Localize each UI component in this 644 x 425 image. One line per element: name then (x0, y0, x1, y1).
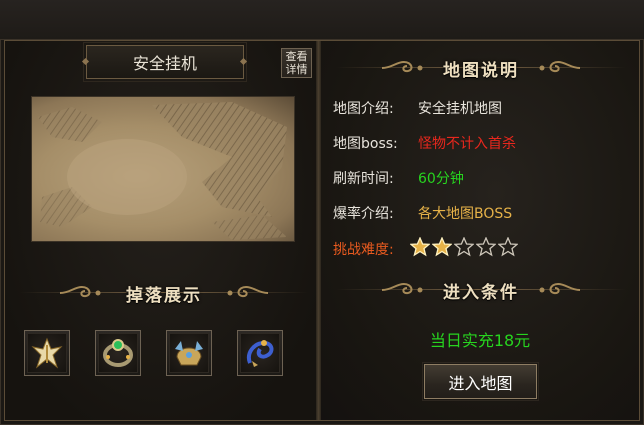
drop-rate-label: 爆率介绍: (333, 206, 394, 222)
drops-header: 掉落展示 (20, 276, 308, 310)
difficulty-stars (410, 237, 518, 257)
drop-item-slot[interactable] (237, 330, 283, 376)
view-details-label-1: 查看 (285, 50, 308, 63)
drop-item-slot[interactable] (166, 330, 212, 376)
drop-item-list (24, 330, 283, 376)
info-row-intro: 地图介绍: 安全挂机地图 (333, 98, 502, 118)
entry-condition: 当日实充18元 (429, 331, 531, 350)
map-title: 安全挂机 (132, 54, 197, 73)
map-preview (31, 96, 295, 242)
filled-star-icon (432, 237, 452, 257)
view-details-label-2: 详情 (285, 63, 308, 76)
intro-label: 地图介绍: (333, 101, 394, 117)
dialog-top-strip (0, 0, 644, 40)
map-info-title: 地图说明 (443, 60, 519, 81)
info-row-boss: 地图boss: 怪物不计入首杀 (333, 133, 516, 153)
intro-value: 安全挂机地图 (418, 101, 502, 117)
info-row-drop-rate: 爆率介绍: 各大地图BOSS (333, 203, 512, 223)
refresh-label: 刷新时间: (333, 171, 394, 187)
enter-map-button[interactable]: 进入地图 (422, 362, 539, 401)
right-flourish-icon (539, 60, 581, 73)
left-flourish-icon (59, 285, 101, 298)
empty-star-icon (454, 237, 474, 257)
jeweled-ring-item-icon (103, 339, 133, 367)
boss-value: 怪物不计入首杀 (418, 136, 516, 152)
entry-title: 进入条件 (443, 282, 519, 303)
drops-title: 掉落展示 (126, 285, 202, 306)
filled-star-icon (410, 237, 430, 257)
drop-rate-value: 各大地图BOSS (418, 206, 513, 222)
map-info-header: 地图说明 (336, 51, 626, 85)
winged-cross-item-icon (31, 337, 63, 369)
map-terrain-image (38, 102, 287, 240)
left-flourish-icon (381, 282, 423, 295)
right-flourish-icon (227, 285, 269, 298)
refresh-value: 60分钟 (418, 171, 464, 187)
entry-header: 进入条件 (336, 273, 626, 307)
empty-star-icon (498, 237, 518, 257)
drop-item-slot[interactable] (95, 330, 141, 376)
boss-label: 地图boss: (333, 136, 398, 152)
blue-dragon-ornament-item-icon (247, 340, 274, 367)
empty-star-icon (476, 237, 496, 257)
left-flourish-icon (381, 60, 423, 73)
info-row-refresh: 刷新时间: 60分钟 (333, 168, 464, 188)
right-flourish-icon (539, 282, 581, 295)
drop-item-slot[interactable] (24, 330, 70, 376)
info-row-difficulty: 挑战难度: (333, 239, 394, 259)
view-details-button[interactable]: 查看 详情 (281, 48, 312, 78)
golden-helmet-item-icon (175, 341, 203, 366)
map-title-plaque: 安全挂机 (83, 42, 247, 82)
enter-map-label: 进入地图 (448, 373, 513, 393)
difficulty-label: 挑战难度: (333, 242, 394, 258)
